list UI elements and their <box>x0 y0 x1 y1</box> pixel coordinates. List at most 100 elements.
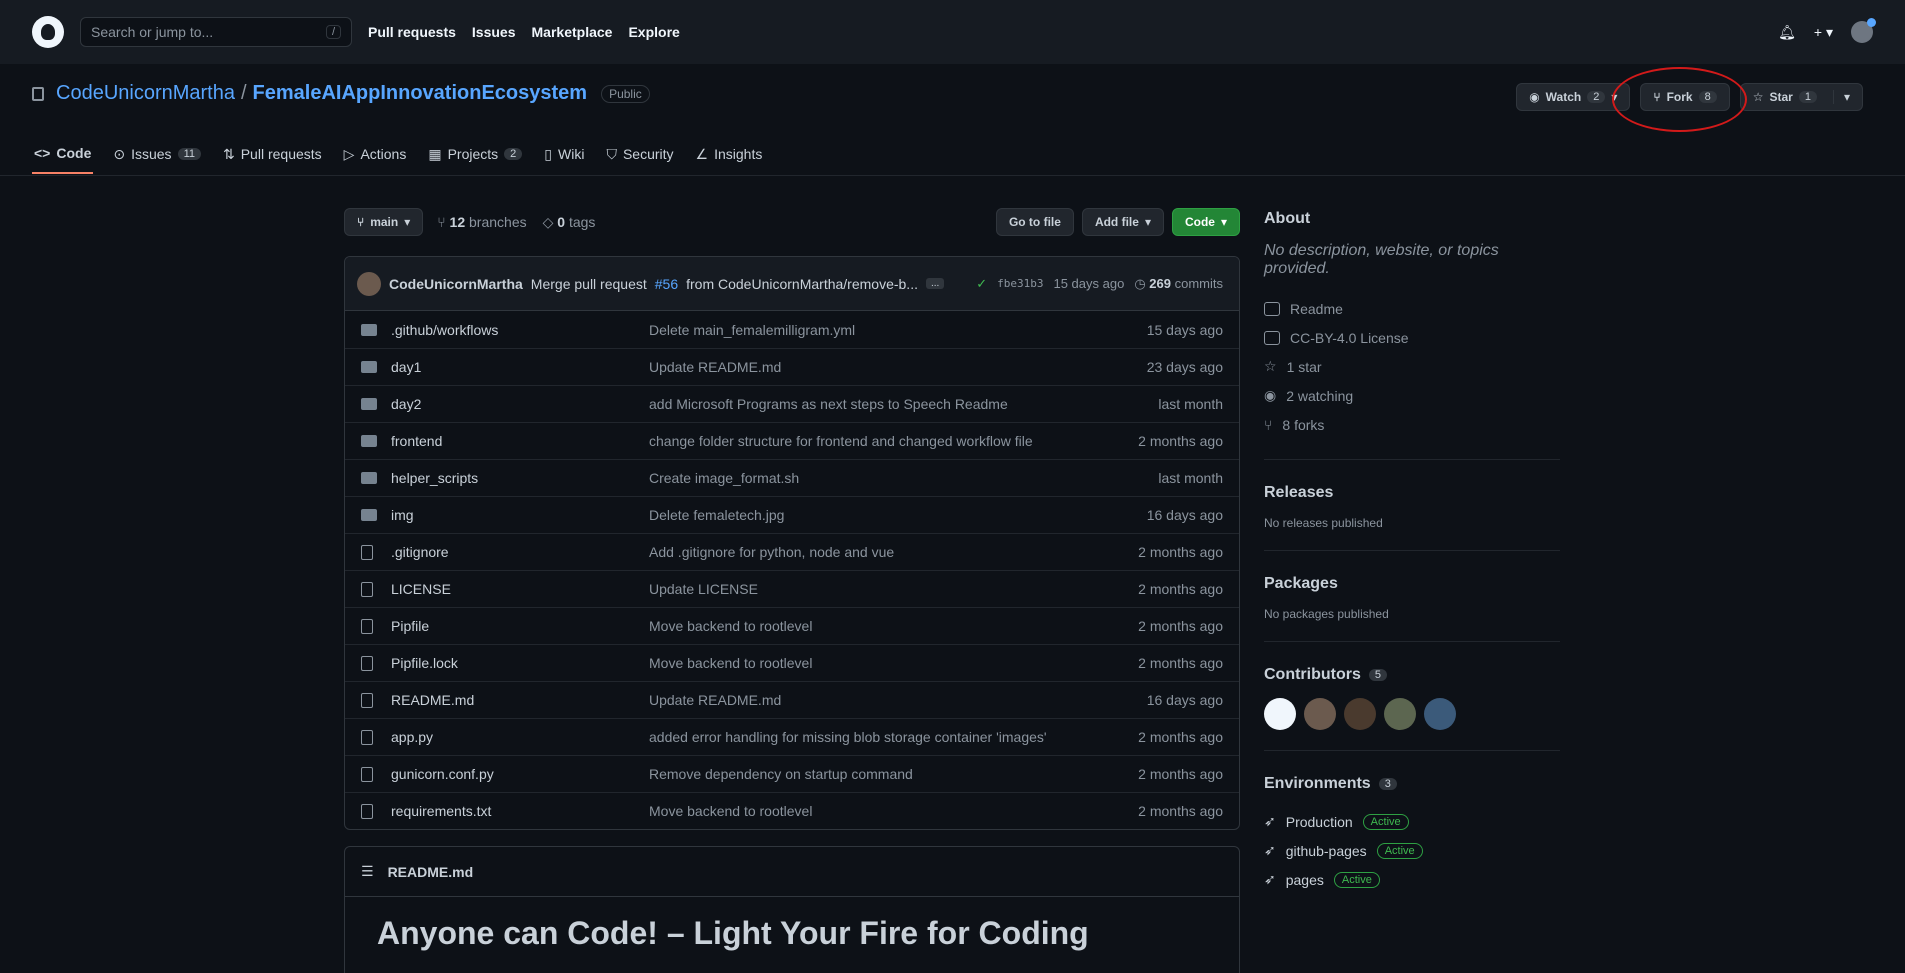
commit-expand-button[interactable]: ... <box>925 278 945 289</box>
table-row: gunicorn.conf.py Remove dependency on sta… <box>345 755 1239 792</box>
commit-sha[interactable]: fbe31b3 <box>997 277 1043 290</box>
readme-link[interactable]: Readme <box>1264 294 1560 323</box>
file-name[interactable]: Pipfile.lock <box>391 655 649 671</box>
branch-bar: ⑂ main ▾ ⑂ 12 branches ◇ 0 tags Go to fi… <box>344 208 1240 236</box>
contributors-heading[interactable]: Contributors 5 <box>1264 666 1560 684</box>
avatar[interactable] <box>1264 698 1296 730</box>
file-name[interactable]: .gitignore <box>391 544 649 560</box>
repo-owner-link[interactable]: CodeUnicornMartha <box>56 82 235 105</box>
stars-link[interactable]: ☆ 1 star <box>1264 352 1560 381</box>
commit-message[interactable]: Merge pull request <box>531 276 647 292</box>
file-commit-message[interactable]: added error handling for missing blob st… <box>649 729 1083 745</box>
file-name[interactable]: app.py <box>391 729 649 745</box>
star-button[interactable]: ☆ Star 1 ▾ <box>1739 83 1863 111</box>
license-link[interactable]: CC-BY-4.0 License <box>1264 323 1560 352</box>
commit-meta: ✓ fbe31b3 15 days ago ◷ 269 commits <box>976 276 1223 292</box>
commits-link[interactable]: ◷ 269 commits <box>1134 276 1223 292</box>
contributors-count: 5 <box>1368 669 1387 681</box>
commit-author[interactable]: CodeUnicornMartha <box>389 276 523 292</box>
file-commit-message[interactable]: Remove dependency on startup command <box>649 766 1083 782</box>
go-to-file-button[interactable]: Go to file <box>995 208 1074 236</box>
rocket-icon: ➶ <box>1264 842 1276 858</box>
file-commit-message[interactable]: add Microsoft Programs as next steps to … <box>649 396 1083 412</box>
commit-pr-link[interactable]: #56 <box>655 276 678 292</box>
nav-explore[interactable]: Explore <box>628 24 679 40</box>
avatar[interactable] <box>1304 698 1336 730</box>
plus-dropdown-icon[interactable]: + ▾ <box>1814 24 1833 41</box>
file-commit-message[interactable]: Delete main_femalemilligram.yml <box>649 322 1083 338</box>
file-name[interactable]: LICENSE <box>391 581 649 597</box>
file-commit-message[interactable]: Move backend to rootlevel <box>649 618 1083 634</box>
search-input[interactable]: Search or jump to... / <box>80 17 352 47</box>
environment-name: Production <box>1285 813 1353 830</box>
avatar[interactable] <box>357 271 381 296</box>
file-name[interactable]: README.md <box>391 692 649 708</box>
tab-code[interactable]: <> Code <box>32 134 94 174</box>
nav-pull-requests[interactable]: Pull requests <box>368 24 456 40</box>
tab-wiki[interactable]: ▯ Wiki <box>542 134 586 174</box>
github-logo-icon[interactable] <box>32 16 64 48</box>
file-age: 16 days ago <box>1146 692 1223 708</box>
environment-item[interactable]: ➶ Production Active <box>1264 807 1560 836</box>
file-commit-message[interactable]: Update README.md <box>649 359 1083 375</box>
environments-heading[interactable]: Environments 3 <box>1264 775 1560 793</box>
readme-filename[interactable]: README.md <box>388 864 474 880</box>
star-dropdown-icon[interactable]: ▾ <box>1832 90 1850 104</box>
pull-request-icon: ⇅ <box>222 145 235 162</box>
watchers-link[interactable]: ◉ 2 watching <box>1264 381 1560 410</box>
avatar[interactable] <box>1851 18 1876 43</box>
file-commit-message[interactable]: Create image_format.sh <box>649 470 1083 486</box>
tags-link[interactable]: ◇ 0 tags <box>543 214 596 231</box>
list-icon[interactable]: ☰ <box>361 863 374 880</box>
file-name[interactable]: gunicorn.conf.py <box>391 766 649 782</box>
tab-pull-requests[interactable]: ⇅ Pull requests <box>221 134 324 174</box>
tab-actions[interactable]: ▷ Actions <box>342 134 409 174</box>
bell-icon[interactable]: 🔔︎ <box>1778 24 1796 41</box>
tab-security[interactable]: ⛉ Security <box>604 134 675 174</box>
file-name[interactable]: requirements.txt <box>391 803 649 819</box>
file-commit-message[interactable]: Move backend to rootlevel <box>649 655 1083 671</box>
add-file-button[interactable]: Add file ▾ <box>1081 208 1164 236</box>
file-commit-message[interactable]: Update README.md <box>649 692 1083 708</box>
about-item-label: Readme <box>1290 300 1343 317</box>
avatar[interactable] <box>1384 698 1416 730</box>
tags-count: 0 <box>557 213 566 230</box>
releases-title[interactable]: Releases <box>1264 484 1560 502</box>
environment-item[interactable]: ➶ github-pages Active <box>1264 836 1560 865</box>
file-name[interactable]: day2 <box>391 396 649 412</box>
branches-link[interactable]: ⑂ 12 branches <box>437 214 526 231</box>
file-name[interactable]: day1 <box>391 359 649 375</box>
file-name[interactable]: Pipfile <box>391 618 649 634</box>
file-icon <box>361 544 377 560</box>
file-name[interactable]: helper_scripts <box>391 470 649 486</box>
nav-issues[interactable]: Issues <box>472 24 516 40</box>
code-button[interactable]: Code ▾ <box>1171 208 1240 236</box>
repo-name-link[interactable]: FemaleAIAppInnovationEcosystem <box>253 82 588 105</box>
fork-annotation-ring <box>1612 67 1747 132</box>
history-icon: ◷ <box>1134 275 1146 291</box>
avatar[interactable] <box>1344 698 1376 730</box>
tab-issues[interactable]: ⊙ Issues 11 <box>111 134 203 174</box>
file-commit-message[interactable]: Add .gitignore for python, node and vue <box>649 544 1083 560</box>
packages-title[interactable]: Packages <box>1264 575 1560 593</box>
environment-item[interactable]: ➶ pages Active <box>1264 865 1560 894</box>
file-commit-message[interactable]: Move backend to rootlevel <box>649 803 1083 819</box>
file-commit-message[interactable]: Delete femaletech.jpg <box>649 507 1083 523</box>
about-title: About <box>1264 210 1311 227</box>
avatar[interactable] <box>1424 698 1456 730</box>
branch-selector[interactable]: ⑂ main ▾ <box>344 208 424 236</box>
forks-link[interactable]: ⑂ 8 forks <box>1264 410 1560 439</box>
tab-insights[interactable]: ∠ Insights <box>694 134 765 174</box>
tab-projects[interactable]: ▦ Projects 2 <box>426 134 524 174</box>
check-icon[interactable]: ✓ <box>976 276 987 292</box>
file-name[interactable]: .github/workflows <box>391 322 649 338</box>
watch-label: Watch <box>1545 90 1582 104</box>
file-commit-message[interactable]: Update LICENSE <box>649 581 1083 597</box>
commit-message-rest[interactable]: from CodeUnicornMartha/remove-b... <box>686 276 918 292</box>
file-commit-message[interactable]: change folder structure for frontend and… <box>649 433 1083 449</box>
nav-marketplace[interactable]: Marketplace <box>532 24 613 40</box>
file-icon <box>361 655 377 671</box>
file-name[interactable]: frontend <box>391 433 649 449</box>
about-item-label: 8 forks <box>1282 416 1325 433</box>
file-name[interactable]: img <box>391 507 649 523</box>
